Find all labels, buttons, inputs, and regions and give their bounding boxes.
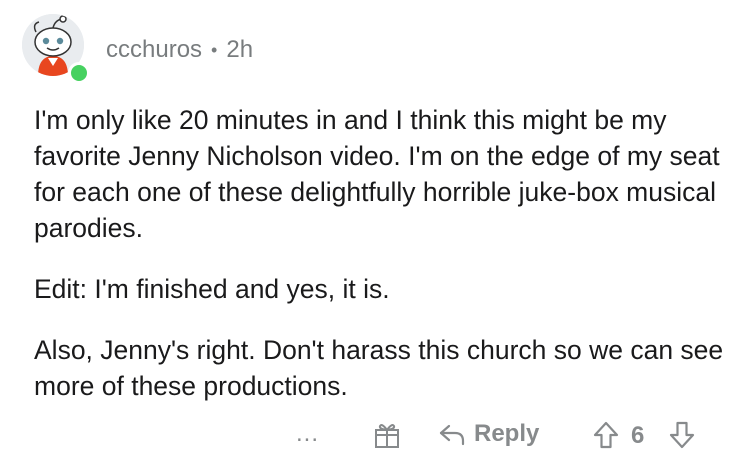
comment-actions: ... Reply 6 <box>0 418 750 458</box>
reply-button[interactable]: Reply <box>438 420 539 448</box>
downvote-arrow-icon <box>669 421 695 449</box>
vote-score: 6 <box>631 422 645 449</box>
award-button[interactable] <box>372 420 402 450</box>
username[interactable]: ccchuros <box>106 36 202 64</box>
timestamp[interactable]: 2h <box>226 36 253 64</box>
reply-label: Reply <box>474 420 540 447</box>
upvote-button[interactable] <box>592 420 620 450</box>
reply-arrow-icon <box>439 424 465 446</box>
comment-paragraph: Also, Jenny's right. Don't harass this c… <box>34 335 724 401</box>
separator-dot: • <box>211 39 218 60</box>
online-indicator <box>68 62 90 84</box>
more-options-button[interactable]: ... <box>296 420 319 448</box>
comment-paragraph: Edit: I'm finished and yes, it is. <box>34 274 390 304</box>
downvote-button[interactable] <box>668 420 696 450</box>
gift-icon <box>375 424 399 448</box>
comment-body: I'm only like 20 minutes in and I think … <box>34 102 724 429</box>
comment-paragraph: I'm only like 20 minutes in and I think … <box>34 105 720 243</box>
avatar[interactable] <box>22 14 90 84</box>
upvote-arrow-icon <box>593 421 619 449</box>
comment-header: ccchuros • 2h <box>106 36 253 64</box>
